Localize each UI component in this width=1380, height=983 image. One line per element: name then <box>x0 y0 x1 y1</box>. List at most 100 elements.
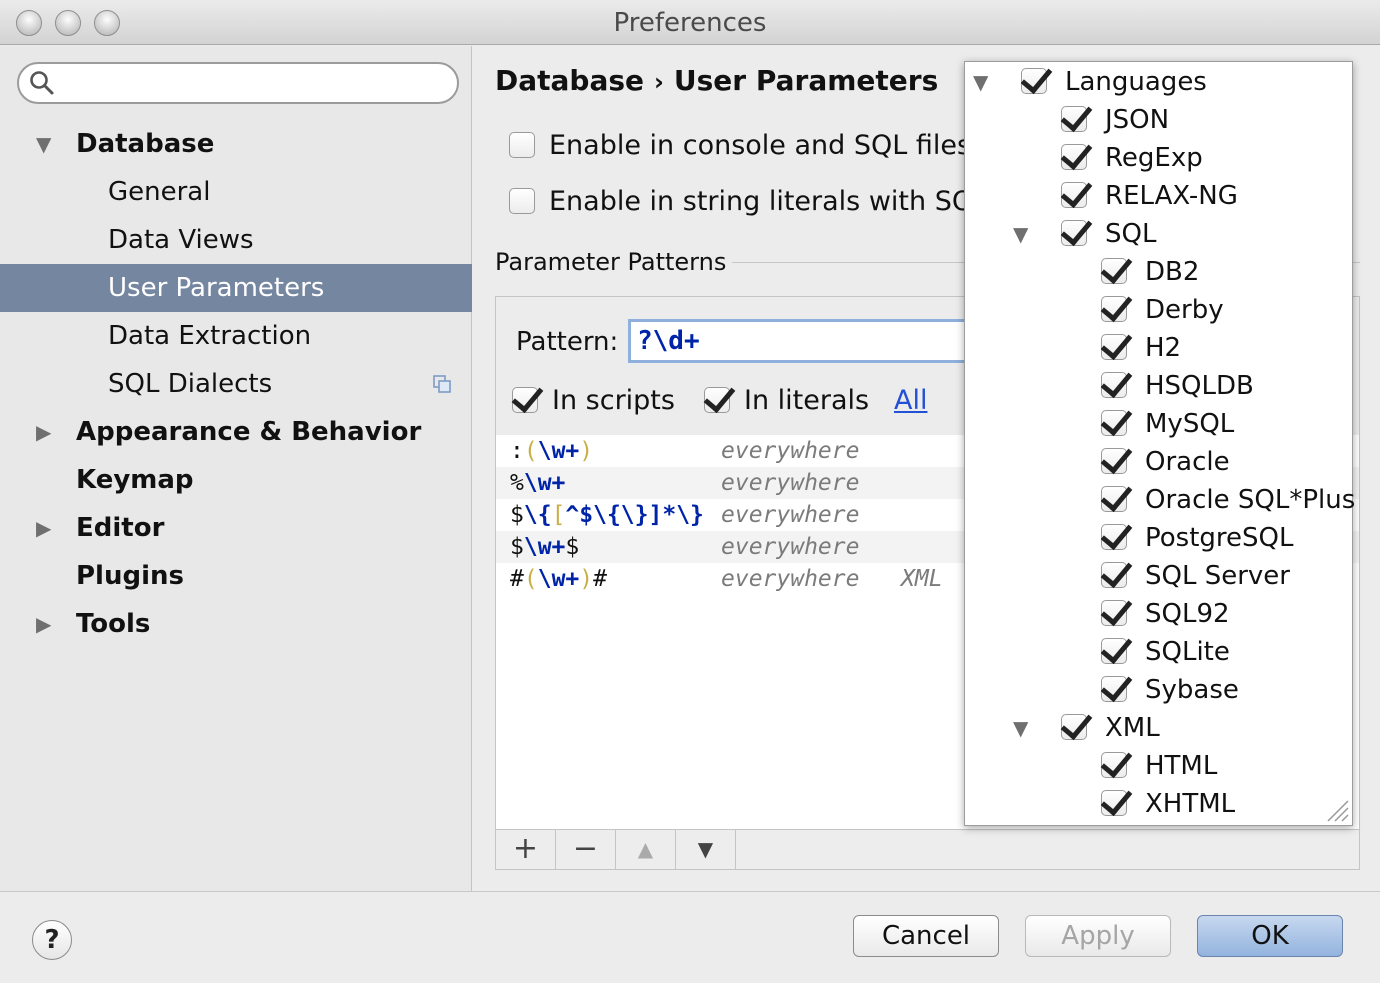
lang-checkbox[interactable] <box>1061 714 1087 740</box>
lang-checkbox[interactable] <box>1101 638 1127 664</box>
sidebar-item-editor[interactable]: ▶ Editor <box>0 504 472 552</box>
lang-item-languages[interactable]: Languages <box>1021 63 1207 101</box>
lang-item-html[interactable]: HTML <box>1101 747 1217 785</box>
lang-label: XML <box>1105 713 1160 743</box>
remove-pattern-button[interactable]: − <box>556 830 616 870</box>
lang-item-xhtml[interactable]: XHTML <box>1101 785 1235 823</box>
chevron-down-icon[interactable]: ▼ <box>973 70 988 94</box>
sidebar-item-keymap[interactable]: Keymap <box>0 456 472 504</box>
sidebar-item-appearance-behavior[interactable]: ▶ Appearance & Behavior <box>0 408 472 456</box>
lang-item-h2[interactable]: H2 <box>1101 329 1181 367</box>
pattern-group-close: ) <box>579 566 594 592</box>
lang-item-sqlite[interactable]: SQLite <box>1101 633 1230 671</box>
lang-item-sql92[interactable]: SQL92 <box>1101 595 1230 633</box>
sidebar-item-plugins[interactable]: Plugins <box>0 552 472 600</box>
move-up-button[interactable]: ▲ <box>616 830 676 870</box>
sidebar-item-general[interactable]: General <box>0 168 472 216</box>
lang-item-json[interactable]: JSON <box>1061 101 1169 139</box>
enable-literals-option[interactable]: Enable in string literals with SQL <box>509 186 988 217</box>
add-pattern-button[interactable]: + <box>496 830 556 870</box>
chevron-down-icon[interactable]: ▼ <box>1013 222 1028 246</box>
sidebar-item-user-parameters[interactable]: User Parameters <box>0 264 472 312</box>
cancel-button[interactable]: Cancel <box>853 915 999 957</box>
pattern-token: \w+ <box>523 534 566 560</box>
lang-checkbox[interactable] <box>1101 258 1127 284</box>
table-toolbar: + − ▲ ▼ <box>496 829 1359 870</box>
lang-checkbox[interactable] <box>1101 752 1127 778</box>
lang-label: Derby <box>1145 295 1224 325</box>
lang-checkbox[interactable] <box>1101 600 1127 626</box>
chevron-down-icon[interactable]: ▼ <box>1013 716 1028 740</box>
lang-label: RegExp <box>1105 143 1203 173</box>
sidebar-item-database[interactable]: ▼ Database <box>0 120 472 168</box>
sidebar-item-data-views[interactable]: Data Views <box>0 216 472 264</box>
help-button[interactable]: ? <box>32 920 72 960</box>
lang-checkbox[interactable] <box>1061 106 1087 132</box>
lang-item-db2[interactable]: DB2 <box>1101 253 1199 291</box>
scope-cell: everywhere <box>721 566 860 592</box>
apply-button[interactable]: Apply <box>1025 915 1171 957</box>
lang-item-sql-server[interactable]: SQL Server <box>1101 557 1290 595</box>
lang-label: MySQL <box>1145 409 1235 439</box>
lang-checkbox[interactable] <box>1101 486 1127 512</box>
search-input[interactable] <box>17 62 459 104</box>
lang-item-regexp[interactable]: RegExp <box>1061 139 1203 177</box>
in-scripts-checkbox[interactable] <box>512 387 538 413</box>
lang-item-oracle-sqlplus[interactable]: Oracle SQL*Plus <box>1101 481 1355 519</box>
pattern-group-close: ) <box>579 438 594 464</box>
lang-label: Oracle <box>1145 447 1230 477</box>
lang-label: HTML <box>1145 751 1218 781</box>
resize-grip-icon[interactable] <box>1324 797 1350 823</box>
lang-label: SQLite <box>1145 637 1230 667</box>
enable-console-checkbox[interactable] <box>509 132 535 158</box>
lang-checkbox[interactable] <box>1101 448 1127 474</box>
lang-item-sql[interactable]: SQL <box>1061 215 1156 253</box>
enable-literals-checkbox[interactable] <box>509 188 535 214</box>
lang-checkbox[interactable] <box>1101 372 1127 398</box>
sidebar-item-tools[interactable]: ▶ Tools <box>0 600 472 648</box>
lang-item-oracle[interactable]: Oracle <box>1101 443 1230 481</box>
lang-item-sybase[interactable]: Sybase <box>1101 671 1239 709</box>
in-literals-option[interactable]: In literals <box>704 385 869 416</box>
lang-checkbox[interactable] <box>1101 410 1127 436</box>
pattern-suffix: ^$\{\}]*\} <box>565 502 704 528</box>
lang-item-relax-ng[interactable]: RELAX-NG <box>1061 177 1238 215</box>
lang-checkbox[interactable] <box>1101 524 1127 550</box>
lang-item-postgresql[interactable]: PostgreSQL <box>1101 519 1293 557</box>
lang-checkbox[interactable] <box>1101 790 1127 816</box>
lang-label: HSQLDB <box>1145 371 1254 401</box>
breadcrumb-database: Database <box>495 64 645 97</box>
pattern-suffix: $ <box>565 534 580 560</box>
move-down-button[interactable]: ▼ <box>676 830 736 870</box>
lang-checkbox[interactable] <box>1021 68 1047 94</box>
lang-label: Languages <box>1065 67 1207 97</box>
ok-button[interactable]: OK <box>1197 915 1343 957</box>
lang-checkbox[interactable] <box>1101 562 1127 588</box>
in-literals-checkbox[interactable] <box>704 387 730 413</box>
pattern-group-open: ( <box>523 566 538 592</box>
pattern-token: \w+ <box>537 566 580 592</box>
lang-checkbox[interactable] <box>1101 334 1127 360</box>
sidebar-item-sql-dialects[interactable]: SQL Dialects <box>0 360 472 408</box>
lang-checkbox[interactable] <box>1101 296 1127 322</box>
lang-item-mysql[interactable]: MySQL <box>1101 405 1234 443</box>
lang-label: H2 <box>1145 333 1182 363</box>
in-scripts-option[interactable]: In scripts <box>512 385 675 416</box>
lang-item-derby[interactable]: Derby <box>1101 291 1224 329</box>
breadcrumb-user-parameters: User Parameters <box>673 64 939 97</box>
lang-item-xml[interactable]: XML <box>1061 709 1160 747</box>
lang-label: Sybase <box>1145 675 1239 705</box>
lang-checkbox[interactable] <box>1101 676 1127 702</box>
chevron-right-icon: ▶ <box>36 420 52 444</box>
sidebar-item-data-extraction[interactable]: Data Extraction <box>0 312 472 360</box>
all-languages-link[interactable]: All <box>894 385 927 416</box>
footer-divider <box>0 891 1380 892</box>
lang-checkbox[interactable] <box>1061 220 1087 246</box>
language-cell: XML <box>901 566 943 592</box>
enable-literals-label: Enable in string literals with SQL <box>549 186 989 217</box>
lang-checkbox[interactable] <box>1061 144 1087 170</box>
lang-item-hsqldb[interactable]: HSQLDB <box>1101 367 1254 405</box>
lang-label: XHTML <box>1145 789 1236 819</box>
enable-console-option[interactable]: Enable in console and SQL files <box>509 130 971 161</box>
lang-checkbox[interactable] <box>1061 182 1087 208</box>
